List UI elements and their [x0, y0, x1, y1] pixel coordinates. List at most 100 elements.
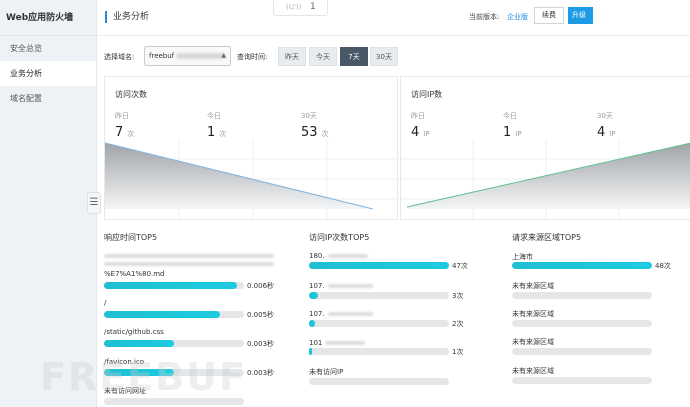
region-bar-fill: [512, 262, 652, 269]
domain-value: freebuf: [149, 52, 175, 60]
stat-label: 30天: [301, 112, 317, 120]
response-item-label: %E7%A1%80.md: [104, 270, 165, 278]
visits-panel: 访问次数 昨日 7次 今日 1次 30天 53 次: [104, 76, 399, 220]
ip-item-text: 107.: [309, 310, 325, 318]
range-30days-button[interactable]: 30天: [370, 47, 398, 66]
region-bar-track: [512, 320, 652, 327]
ip-item-value: 47次: [452, 262, 468, 270]
visits-title: 访问次数: [115, 90, 147, 99]
domain-redaction: [176, 53, 227, 59]
stat-label: 今日: [503, 112, 517, 120]
bell-icon: ((♪)): [286, 3, 302, 11]
visits-today-stat: 今日 1次: [207, 111, 226, 140]
region-bar-track: [512, 262, 652, 269]
response-top5-title: 响应时间TOP5: [104, 233, 158, 242]
redacted-url: [104, 254, 274, 258]
stat-unit: IP: [609, 130, 616, 138]
sidebar-item-overview[interactable]: 安全总览: [0, 36, 96, 61]
stat-unit: IP: [423, 130, 430, 138]
ip-item-value: 1次: [452, 348, 464, 356]
region-top5-title: 请求来源区域TOP5: [512, 233, 582, 242]
region-bar-track: [512, 348, 652, 355]
page-title: 业务分析: [105, 11, 149, 23]
ip-item-text: 101: [309, 339, 323, 347]
domain-select[interactable]: freebuf ▲: [144, 46, 231, 66]
ip-yesterday-stat: 昨日 4 IP: [411, 111, 430, 140]
response-bar-track: [104, 398, 244, 405]
stat-value: 4: [411, 125, 420, 140]
stat-unit: 次: [219, 130, 227, 138]
version-label: 当前版本:: [469, 13, 500, 21]
response-item-label: /: [104, 299, 107, 307]
visits-yesterday-stat: 昨日 7次: [115, 111, 134, 140]
ip-item-label: 180.: [309, 252, 368, 260]
ip-item-label: 未有访问IP: [309, 368, 344, 376]
stat-unit: IP: [515, 130, 522, 138]
ip-bar-fill: [309, 320, 316, 327]
notification-tab[interactable]: ((♪)) 1: [273, 0, 328, 16]
visits-30days-stat: 30天 53 次: [301, 111, 329, 140]
visits-trend-chart: [105, 139, 399, 219]
version-value[interactable]: 企业版: [507, 12, 528, 22]
ip-title: 访问IP数: [411, 90, 443, 99]
response-bar-track: [104, 340, 244, 347]
ip-panel: 访问IP数 昨日 4 IP 今日 1 IP 30天 4 IP: [400, 76, 690, 220]
stat-value: 4: [597, 125, 606, 140]
upgrade-button[interactable]: 升级: [568, 7, 593, 24]
stat-label: 昨日: [411, 112, 425, 120]
range-today-button[interactable]: 今天: [309, 47, 337, 66]
ip-item-text: 107.: [309, 282, 325, 290]
range-7days-button[interactable]: 7天: [340, 47, 368, 66]
response-item-value: 0.006秒: [247, 282, 275, 290]
sidebar-title: Web应用防火墙: [0, 0, 96, 36]
sidebar-item-business-analysis[interactable]: 业务分析: [0, 61, 96, 86]
redacted-ip: [327, 312, 373, 316]
ip-bar-fill: [309, 292, 318, 299]
sidebar: Web应用防火墙 安全总览 业务分析 域名配置: [0, 0, 97, 407]
region-item-value: 48次: [655, 262, 671, 270]
stat-label: 今日: [207, 112, 221, 120]
ip-bar-track: [309, 348, 449, 355]
redacted-ip: [327, 284, 373, 288]
region-item-label: 上海市: [512, 253, 533, 261]
waf-app: Web应用防火墙 安全总览 业务分析 域名配置 ☰ 业务分析 ((♪)) 1 当…: [0, 0, 690, 407]
ip-item-value: 3次: [452, 292, 464, 300]
stat-label: 昨日: [115, 112, 129, 120]
region-item-label: 未有来源区域: [512, 282, 554, 290]
stat-value: 7: [115, 125, 124, 140]
stat-unit: 次: [321, 130, 329, 138]
sidebar-item-domain-config[interactable]: 域名配置: [0, 86, 96, 111]
stat-unit: 次: [127, 130, 135, 138]
ip-trend-chart: [401, 139, 690, 219]
response-bar-fill: [104, 311, 221, 318]
region-bar-track: [512, 377, 652, 384]
response-item-value: 0.003秒: [247, 340, 275, 348]
list-collapse-icon[interactable]: ☰: [87, 192, 101, 214]
ip-top5-title: 访问IP次数TOP5: [309, 233, 370, 242]
stat-label: 30天: [597, 112, 613, 120]
response-item-label: /static/github.css: [104, 328, 164, 336]
notification-count: 1: [310, 2, 316, 12]
watermark: FREEBUF: [40, 355, 247, 399]
ip-item-text: 180.: [309, 252, 325, 260]
ip-bar-fill: [309, 262, 449, 269]
stat-value: 53: [301, 125, 318, 140]
renew-button[interactable]: 续费: [534, 7, 564, 24]
ip-bar-fill: [309, 348, 312, 355]
domain-label: 选择域名:: [104, 53, 135, 61]
ip-today-stat: 今日 1 IP: [503, 111, 522, 140]
time-label: 查询时间:: [237, 53, 268, 61]
ip-bar-track: [309, 378, 449, 385]
stat-value: 1: [503, 125, 512, 140]
ip-item-label: 107.: [309, 282, 373, 290]
ip-bar-track: [309, 320, 449, 327]
region-item-label: 未有来源区域: [512, 367, 554, 375]
ip-bar-track: [309, 262, 449, 269]
region-bar-track: [512, 292, 652, 299]
ip-item-value: 2次: [452, 320, 464, 328]
stat-value: 1: [207, 125, 216, 140]
response-bar-track: [104, 282, 244, 289]
range-yesterday-button[interactable]: 昨天: [278, 47, 306, 66]
response-bar-fill: [104, 340, 174, 347]
response-bar-track: [104, 311, 244, 318]
